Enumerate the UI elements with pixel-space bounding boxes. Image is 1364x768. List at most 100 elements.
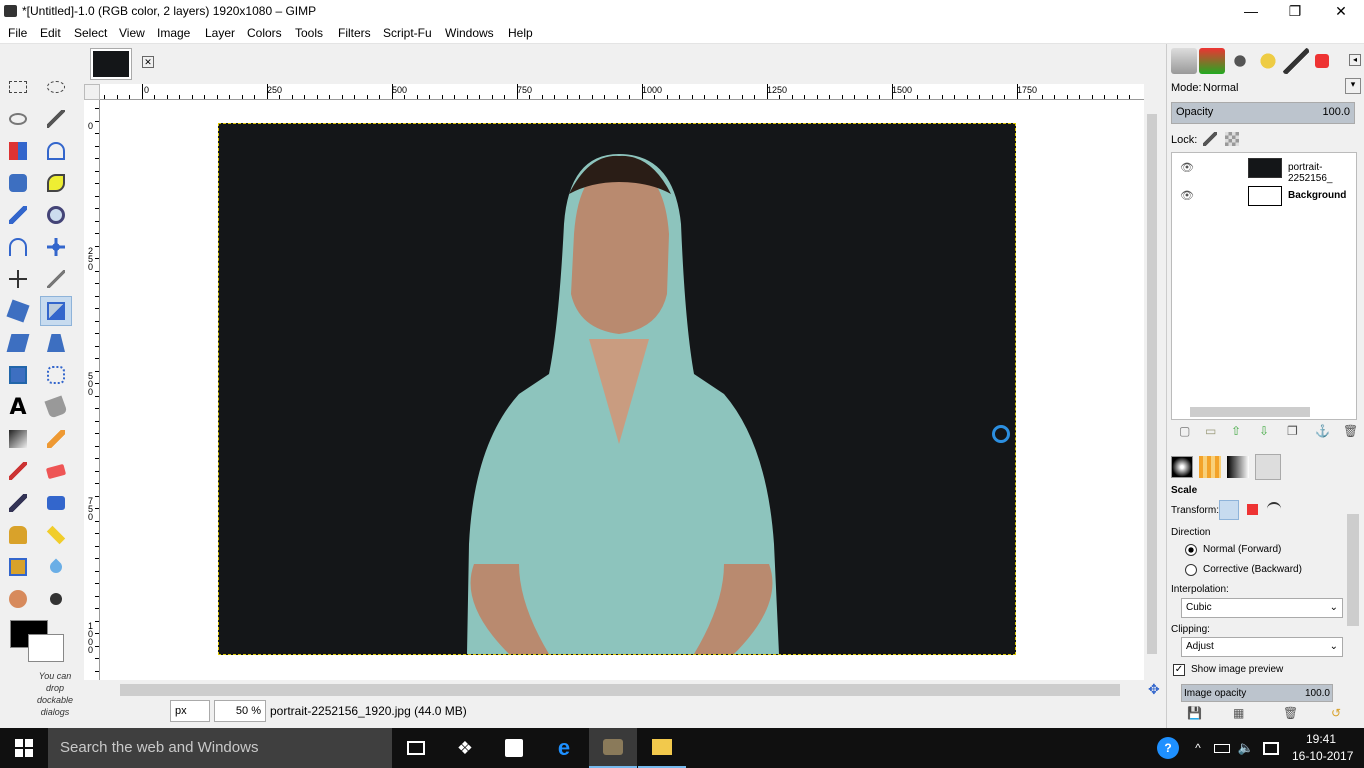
- gimp-taskbar-button[interactable]: [589, 728, 637, 768]
- windows-start-button[interactable]: [0, 728, 48, 768]
- task-view-button[interactable]: [392, 728, 440, 768]
- pencil-tool[interactable]: [40, 424, 72, 454]
- vertical-scroll-thumb[interactable]: [1147, 114, 1157, 654]
- unit-select[interactable]: px: [170, 700, 210, 722]
- gradient-swatch-icon[interactable]: [1227, 456, 1249, 478]
- image-tab-thumbnail[interactable]: [90, 48, 132, 80]
- blend-tool[interactable]: [2, 424, 34, 454]
- menu-select[interactable]: Select: [74, 26, 107, 40]
- alignment-tool[interactable]: [2, 264, 34, 294]
- clock-time[interactable]: 19:41: [1306, 732, 1336, 746]
- menu-layer[interactable]: Layer: [205, 26, 235, 40]
- heal-tool[interactable]: [40, 520, 72, 550]
- opacity-slider[interactable]: Opacity 100.0: [1171, 102, 1355, 124]
- radio-backward-label[interactable]: Corrective (Backward): [1203, 564, 1302, 575]
- horizontal-scroll-thumb[interactable]: [120, 684, 1120, 696]
- crop-tool[interactable]: [40, 264, 72, 294]
- image-canvas[interactable]: [218, 123, 1016, 655]
- menu-tools[interactable]: Tools: [295, 26, 323, 40]
- menu-help[interactable]: Help: [508, 26, 533, 40]
- tool-options-scroll-thumb[interactable]: [1347, 514, 1359, 626]
- radio-forward-label[interactable]: Normal (Forward): [1203, 544, 1281, 555]
- free-select-tool[interactable]: [2, 104, 34, 134]
- ellipse-select-tool[interactable]: [40, 72, 72, 102]
- eraser-tool[interactable]: [40, 456, 72, 486]
- transform-selection-icon[interactable]: [1247, 504, 1258, 515]
- menu-windows[interactable]: Windows: [445, 26, 494, 40]
- clipping-select[interactable]: Adjust ⌄: [1181, 637, 1343, 657]
- cage-transform-tool[interactable]: [40, 360, 72, 390]
- rotate-tool[interactable]: [2, 296, 34, 326]
- ink-tool[interactable]: [40, 488, 72, 518]
- eye-icon[interactable]: 👁: [1180, 161, 1194, 174]
- measure-tool[interactable]: [2, 232, 34, 262]
- channels-tab-icon[interactable]: [1199, 48, 1225, 74]
- image-tab-close-icon[interactable]: ✕: [142, 56, 154, 68]
- show-preview-label[interactable]: Show image preview: [1191, 664, 1283, 675]
- paintbrush-tool[interactable]: [2, 456, 34, 486]
- restore-options-icon[interactable]: ▦: [1233, 706, 1244, 720]
- move-tool[interactable]: [40, 232, 72, 262]
- lower-layer-icon[interactable]: ⇩: [1259, 424, 1269, 438]
- blur-tool[interactable]: [40, 552, 72, 582]
- shear-tool[interactable]: [2, 328, 34, 358]
- fuzzy-select-tool[interactable]: [40, 104, 72, 134]
- paths-tool[interactable]: [40, 168, 72, 198]
- lock-pixels-icon[interactable]: [1203, 132, 1217, 146]
- radio-forward[interactable]: [1185, 544, 1197, 556]
- text-tool[interactable]: A: [2, 392, 34, 422]
- menu-script-fu[interactable]: Script-Fu: [383, 26, 432, 40]
- foreground-select-tool[interactable]: [2, 168, 34, 198]
- navigate-icon[interactable]: ✥: [1148, 682, 1162, 696]
- mode-value[interactable]: Normal: [1203, 82, 1238, 94]
- show-preview-checkbox[interactable]: ✓: [1173, 664, 1185, 676]
- brush-icon[interactable]: [1171, 456, 1193, 478]
- new-layer-group-icon[interactable]: ▭: [1205, 424, 1216, 438]
- quick-mask-corner[interactable]: [84, 84, 100, 100]
- undo-history-tab-icon[interactable]: [1255, 48, 1281, 74]
- mode-dropdown-icon[interactable]: ▾: [1345, 78, 1361, 94]
- duplicate-layer-icon[interactable]: ❐: [1287, 424, 1298, 438]
- horizontal-scrollbar[interactable]: [100, 680, 1144, 696]
- reset-options-icon[interactable]: ↺: [1331, 706, 1341, 720]
- airbrush-tool[interactable]: [2, 488, 34, 518]
- eye-icon[interactable]: 👁: [1180, 189, 1194, 202]
- help-button[interactable]: ?: [1148, 728, 1188, 768]
- horizontal-ruler[interactable]: 0 250 500 750 1000 1250 1500 1750: [100, 84, 1144, 100]
- raise-layer-icon[interactable]: ⇧: [1231, 424, 1241, 438]
- bucket-fill-tool[interactable]: [40, 392, 72, 422]
- taskbar-search-box[interactable]: Search the web and Windows: [48, 728, 392, 768]
- color-picker-tool[interactable]: [2, 200, 34, 230]
- background-color-swatch[interactable]: [28, 634, 64, 662]
- show-hidden-icons-button[interactable]: ^: [1186, 728, 1210, 768]
- menu-image[interactable]: Image: [157, 26, 190, 40]
- lock-alpha-icon[interactable]: [1225, 132, 1239, 146]
- menu-file[interactable]: File: [8, 26, 27, 40]
- tool-options-tab-icon[interactable]: [1255, 454, 1281, 480]
- zoom-select[interactable]: 50 %: [214, 700, 266, 722]
- transform-layer-icon[interactable]: [1219, 500, 1239, 520]
- action-center-button[interactable]: [1258, 728, 1284, 768]
- clone-tool[interactable]: [2, 520, 34, 550]
- file-explorer-button[interactable]: [638, 728, 686, 768]
- delete-layer-icon[interactable]: 🗑: [1343, 424, 1358, 438]
- pattern-icon[interactable]: [1199, 456, 1221, 478]
- menu-filters[interactable]: Filters: [338, 26, 371, 40]
- store-button[interactable]: [490, 728, 538, 768]
- paths-tab-icon[interactable]: [1227, 48, 1253, 74]
- patterns-tab-icon[interactable]: [1315, 54, 1329, 68]
- perspective-tool[interactable]: [40, 328, 72, 358]
- minimize-button[interactable]: —: [1228, 0, 1274, 22]
- zoom-tool[interactable]: [40, 200, 72, 230]
- clock-date[interactable]: 16-10-2017: [1292, 749, 1353, 763]
- layer-row[interactable]: 👁 portrait-2252156_: [1172, 155, 1356, 184]
- menu-edit[interactable]: Edit: [40, 26, 61, 40]
- dropbox-button[interactable]: ❖: [441, 728, 489, 768]
- brushes-tab-icon[interactable]: [1283, 48, 1309, 74]
- dock-menu-icon[interactable]: ◂: [1349, 54, 1361, 66]
- vertical-scrollbar[interactable]: [1144, 100, 1160, 680]
- edge-button[interactable]: e: [540, 728, 588, 768]
- interpolation-select[interactable]: Cubic ⌄: [1181, 598, 1343, 618]
- image-opacity-slider[interactable]: Image opacity 100.0: [1181, 684, 1333, 702]
- transform-path-icon[interactable]: [1267, 502, 1281, 516]
